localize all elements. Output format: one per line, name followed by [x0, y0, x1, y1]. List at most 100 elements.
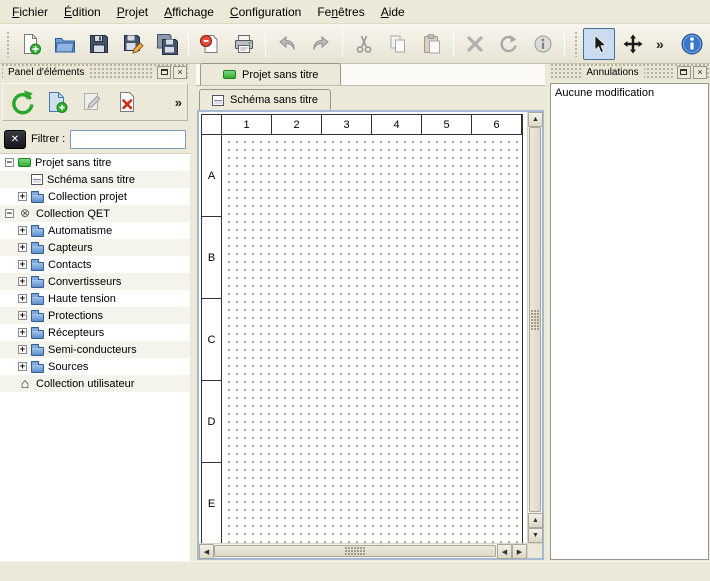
undo-history-list[interactable]: Aucune modification [550, 83, 709, 560]
tree-expander-icon[interactable]: − [5, 209, 14, 218]
tab-schema[interactable]: Schéma sans titre [199, 89, 331, 110]
tree-expander-icon[interactable]: + [18, 226, 27, 235]
menu-item[interactable]: Aide [373, 2, 413, 22]
tree-item-label: Haute tension [48, 293, 116, 305]
save-as-button[interactable] [117, 28, 149, 60]
elements-panel-titlebar[interactable]: Panel d'éléments × [0, 64, 190, 80]
tree-item[interactable]: + Semi-conducteurs [0, 341, 190, 358]
menu-item[interactable]: Édition [56, 2, 109, 22]
close-dock-button[interactable]: × [173, 66, 187, 79]
undo-dock-title: Annulations [581, 67, 643, 78]
menu-item[interactable]: Affichage [156, 2, 222, 22]
save-all-button[interactable] [151, 28, 183, 60]
tree-item[interactable]: + Convertisseurs [0, 273, 190, 290]
about-button[interactable] [676, 28, 708, 60]
tab-project[interactable]: Projet sans titre [200, 63, 341, 85]
toolbar-handle[interactable] [574, 31, 579, 57]
move-cross-icon [622, 33, 644, 55]
undo-dock-titlebar[interactable]: Annulations × [549, 64, 710, 80]
tree-item[interactable]: + Protections [0, 307, 190, 324]
ruler-column-label: 1 [222, 115, 272, 135]
edit-element-button[interactable] [78, 88, 106, 116]
tree-item[interactable]: + Collection projet [0, 188, 190, 205]
paste-icon [421, 33, 443, 55]
tree-item[interactable]: + Récepteurs [0, 324, 190, 341]
float-dock-button[interactable] [677, 66, 691, 79]
tree-expander-icon[interactable]: + [18, 243, 27, 252]
filter-input[interactable] [70, 130, 186, 149]
ruler-row-label: B [202, 217, 222, 299]
copy-button[interactable] [382, 28, 414, 60]
tree-item[interactable]: + Contacts [0, 256, 190, 273]
scroll-left-button[interactable]: ◀ [497, 544, 512, 559]
close-file-button[interactable] [194, 28, 226, 60]
tree-item[interactable]: + Capteurs [0, 239, 190, 256]
redo-button[interactable] [305, 28, 337, 60]
scroll-up-button[interactable]: ▲ [528, 513, 543, 528]
edit-element-icon [80, 90, 104, 114]
tree-expander-icon[interactable]: + [18, 294, 27, 303]
menu-item[interactable]: Configuration [222, 2, 309, 22]
move-tool-button[interactable] [617, 28, 649, 60]
tree-item-icon [31, 228, 44, 237]
clear-filter-button[interactable]: ✕ [4, 130, 26, 149]
undo-icon [276, 33, 298, 55]
undo-button[interactable] [271, 28, 303, 60]
tree-item[interactable]: ⌂ Collection utilisateur [0, 375, 190, 392]
tree-expander-icon[interactable]: + [18, 192, 27, 201]
toolbar-overflow-chevron[interactable]: » [651, 31, 669, 57]
tree-expander-icon[interactable]: − [5, 158, 14, 167]
tree-item[interactable]: − Projet sans titre [0, 154, 190, 171]
horizontal-scrollbar[interactable]: ◀ ◀ ▶ [199, 543, 527, 558]
menu-item[interactable]: Fichier [4, 2, 56, 22]
print-button[interactable] [228, 28, 260, 60]
scroll-left-button[interactable]: ◀ [199, 544, 214, 559]
scroll-right-button[interactable]: ▶ [512, 544, 527, 559]
reload-collections-button[interactable] [8, 88, 36, 116]
delete-button[interactable] [459, 28, 491, 60]
open-folder-icon [54, 33, 76, 55]
tree-item[interactable]: − ⊗ Collection QET [0, 205, 190, 222]
toolbar-handle[interactable] [6, 31, 11, 57]
tree-expander-icon[interactable]: + [18, 277, 27, 286]
tree-expander-icon[interactable]: + [18, 345, 27, 354]
tree-expander-icon[interactable]: + [18, 328, 27, 337]
save-button[interactable] [83, 28, 115, 60]
new-element-button[interactable] [43, 88, 71, 116]
tree-item[interactable]: + Haute tension [0, 290, 190, 307]
tree-expander-icon[interactable]: + [18, 311, 27, 320]
vertical-scrollbar-thumb[interactable] [529, 127, 541, 512]
tree-item[interactable]: + Automatisme [0, 222, 190, 239]
tree-expander-icon[interactable]: + [18, 260, 27, 269]
cut-button[interactable] [348, 28, 380, 60]
select-tool-button[interactable] [583, 28, 615, 60]
scroll-down-button[interactable]: ▼ [528, 528, 543, 543]
about-info-icon [680, 32, 704, 56]
rotate-button[interactable] [493, 28, 525, 60]
panel-overflow-chevron[interactable]: » [175, 95, 182, 110]
tree-item-icon: ⌂ [18, 377, 32, 390]
tree-item[interactable]: Schéma sans titre [0, 171, 190, 188]
vertical-scrollbar[interactable]: ▲ ▲ ▼ [527, 112, 542, 543]
new-file-button[interactable] [15, 28, 47, 60]
elements-tree[interactable]: − Projet sans titre Schéma sans titre + … [0, 153, 190, 561]
schema-canvas[interactable]: 1 2 3 4 5 6 [199, 112, 527, 543]
delete-element-button[interactable] [113, 88, 141, 116]
dot-grid[interactable] [222, 135, 522, 543]
menu-item[interactable]: Fenêtres [309, 2, 372, 22]
open-project-button[interactable] [49, 28, 81, 60]
tree-item[interactable]: + Sources [0, 358, 190, 375]
horizontal-scrollbar-thumb[interactable] [214, 545, 496, 557]
tree-expander-icon[interactable]: + [18, 362, 27, 371]
scroll-up-button[interactable]: ▲ [528, 112, 543, 127]
redo-icon [310, 33, 332, 55]
close-dock-button[interactable]: × [693, 66, 707, 79]
ruler-column-label: 4 [372, 115, 422, 135]
tree-item-icon [31, 313, 44, 322]
paste-button[interactable] [416, 28, 448, 60]
mdi-area: Projet sans titre Schéma sans titre [196, 64, 545, 561]
save-as-icon [122, 33, 144, 55]
menu-item[interactable]: Projet [109, 2, 156, 22]
element-info-button[interactable] [527, 28, 559, 60]
float-dock-button[interactable] [157, 66, 171, 79]
